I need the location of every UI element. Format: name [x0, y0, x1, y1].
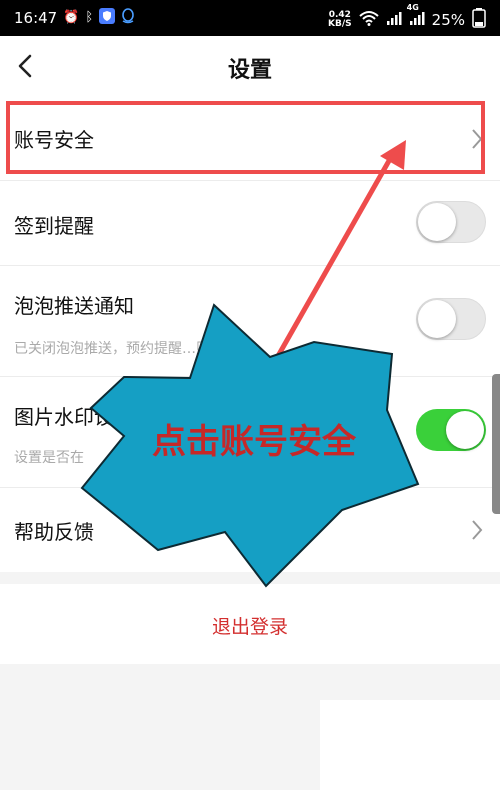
page-title: 设置 [227, 58, 272, 83]
bubble-push-toggle[interactable] [416, 298, 486, 340]
image-watermark-toggle[interactable] [416, 409, 486, 451]
signin-reminder-label: 签到提醒 [14, 214, 94, 238]
scroll-handle[interactable] [492, 374, 500, 514]
toggle-knob [446, 411, 484, 449]
alarm-icon: ⏰ [63, 10, 80, 25]
setting-bubble-push: 泡泡推送通知 已关闭泡泡推送，预约提醒…则会失效 [0, 266, 500, 377]
signin-reminder-toggle[interactable] [416, 201, 486, 243]
status-time: 16:47 [14, 8, 58, 27]
signal-icon-2: 4G [407, 4, 425, 29]
bottom-panel [320, 700, 500, 790]
callout-text: 点击账号安全 [152, 422, 356, 462]
signal-icon-1 [386, 10, 402, 29]
highlight-box [6, 101, 485, 174]
help-feedback-label: 帮助反馈 [14, 520, 94, 544]
image-watermark-subtitle: 设置是否在 [14, 450, 84, 466]
net-speed-unit: KB/S [328, 18, 352, 29]
logout-label: 退出登录 [211, 616, 288, 638]
bubble-push-subtitle: 已关闭泡泡推送，预约提醒…则会失效 [14, 341, 252, 357]
toggle-knob [418, 203, 456, 241]
net-speed: 0.42 KB/S [328, 10, 352, 29]
battery-icon [472, 8, 486, 31]
image-watermark-label: 图片水印设 [14, 405, 114, 429]
toggle-knob [418, 300, 456, 338]
bubble-push-label: 泡泡推送通知 [14, 294, 134, 318]
settings-screen: 16:47 ⏰ ᛒ 0.42 KB/S 4G 25% 设置 账号安全 签到提醒 … [0, 0, 500, 790]
shield-app-icon [99, 8, 116, 27]
battery-percent: 25% [431, 10, 465, 29]
chevron-right-icon [472, 520, 483, 540]
top-navigation-bar: 设置 [0, 36, 500, 99]
signal-badge: 4G [406, 3, 419, 12]
status-bar: 16:47 ⏰ ᛒ 0.42 KB/S 4G 25% [0, 0, 500, 36]
bluetooth-icon: ᛒ [85, 10, 94, 25]
logout-button[interactable]: 退出登录 [0, 584, 500, 664]
setting-help-feedback[interactable]: 帮助反馈 [0, 488, 500, 572]
qq-icon [121, 8, 135, 27]
setting-signin-reminder: 签到提醒 [0, 181, 500, 266]
wifi-icon [358, 10, 379, 29]
